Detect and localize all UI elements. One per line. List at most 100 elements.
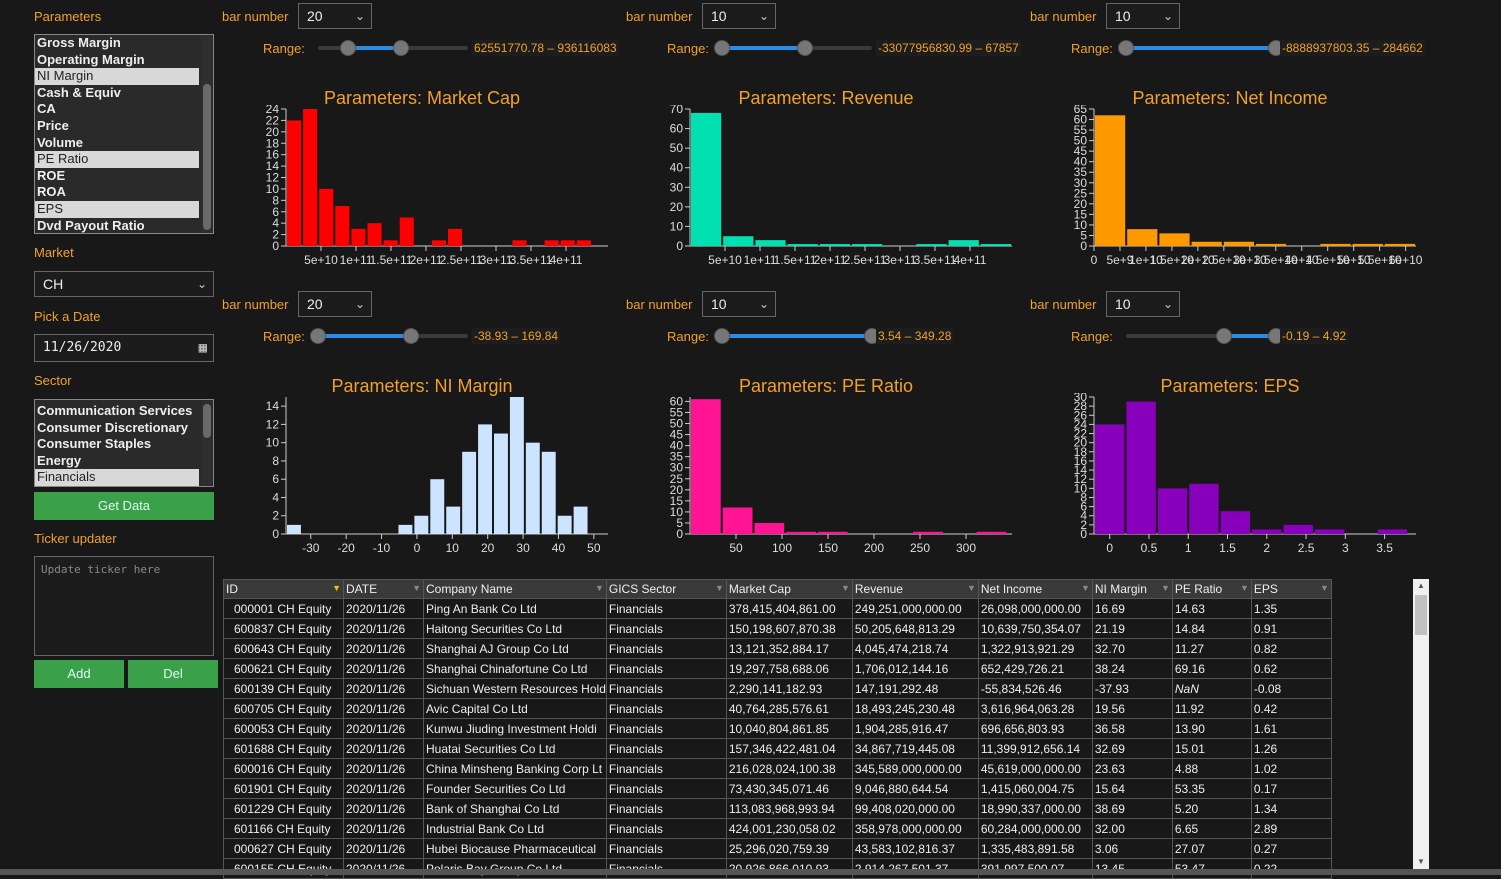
filter-icon[interactable]: ▼ [841,583,850,593]
filter-icon[interactable]: ▼ [412,583,421,593]
histogram-bar [1127,229,1158,246]
range-min-handle[interactable] [340,40,356,56]
column-header[interactable]: Market Cap ▼ [725,579,853,599]
column-header[interactable]: NI Margin ▼ [1091,579,1173,599]
table-row[interactable]: 000627 CH Equity 2020/11/26 Hubei Biocause… [223,838,1332,859]
table-row[interactable]: 600643 CH Equity 2020/11/26 Shanghai AJ Gr… [223,638,1332,659]
filter-icon[interactable]: ▼ [967,583,976,593]
parameters-listbox[interactable]: Gross Margin Operating Margin NI Margin Cas… [34,34,214,234]
table-cell: 11.27 [1171,638,1252,659]
table-row[interactable]: 600837 CH Equity 2020/11/26 Haitong Securi… [223,618,1332,639]
range-min-handle[interactable] [1215,328,1232,344]
table-cell: 40,764,285,576.61 [725,698,853,719]
column-header[interactable]: Company Name ▼ [423,579,607,599]
filter-icon[interactable]: ▼ [715,583,724,593]
parameter-option[interactable]: Dvd Payout Ratio [35,218,199,233]
sector-option[interactable]: Energy [35,453,199,470]
range-max-handle[interactable] [796,40,813,56]
scroll-up-icon[interactable]: ▲ [1413,579,1429,593]
bar-number-select[interactable]: 20 ⌄ [298,3,372,29]
column-header[interactable]: DATE ▼ [343,579,424,599]
table-row[interactable]: 601229 CH Equity 2020/11/26 Bank of Shangh… [223,798,1332,819]
parameter-option[interactable]: Cash & Equiv [35,85,199,102]
parameter-option[interactable]: EPS [35,200,199,218]
histogram-bar [448,228,463,246]
parameter-option[interactable]: Gross Margin [35,35,199,52]
range-min-handle[interactable] [1118,40,1134,56]
parameter-option[interactable]: NI Margin [35,68,199,85]
column-header[interactable]: PE Ratio ▼ [1171,579,1252,599]
filter-icon[interactable]: ▼ [1240,583,1249,593]
x-tick-label: 0.5 [1141,541,1158,555]
parameter-option[interactable]: Volume [35,135,199,152]
range-min-handle[interactable] [714,40,730,56]
histogram-bar [351,228,366,246]
range-max-handle[interactable] [403,328,419,344]
parameter-option[interactable]: ROA [35,184,199,201]
column-header[interactable]: GICS Sector ▼ [605,579,727,599]
sector-scrollbar[interactable] [201,401,212,485]
date-input[interactable]: 11/26/2020 ▦ [34,334,214,362]
scroll-down-icon[interactable]: ▼ [1413,855,1429,869]
sector-listbox[interactable]: Communication Services Consumer Discretio… [34,399,214,487]
table-cell: 2,290,141,182.93 [725,678,853,699]
table-cell: 601901 CH Equity [223,778,344,799]
ticker-input[interactable]: Update ticker here [34,556,214,656]
sector-option[interactable]: Consumer Discretionary [35,420,199,437]
column-header[interactable]: Revenue ▼ [851,579,979,599]
histogram-bar [1223,241,1254,246]
parameters-scrollbar[interactable] [201,36,212,232]
sector-option[interactable]: Communication Services [35,403,199,420]
histogram-bar [560,240,575,246]
table-row[interactable]: 601166 CH Equity 2020/11/26 Industrial Ban… [223,818,1332,839]
column-header-label: Company Name [426,582,513,596]
x-tick-label: 6e+10 [1389,253,1423,267]
table-row[interactable]: 600621 CH Equity 2020/11/26 Shanghai China… [223,658,1332,679]
range-min-handle[interactable] [310,328,326,344]
range-min-handle[interactable] [714,328,730,344]
table-scroll-thumb[interactable] [1415,595,1427,635]
table-row[interactable]: 000001 CH Equity 2020/11/26 Ping An Bank C… [223,598,1332,619]
parameter-option[interactable]: CA [35,101,199,118]
parameter-option[interactable]: PE Ratio [35,151,199,168]
bar-number-select[interactable]: 20 ⌄ [298,291,372,317]
parameter-option[interactable]: Price [35,118,199,135]
column-header[interactable]: EPS ▼ [1250,579,1332,599]
table-scrollbar[interactable]: ▲ ▼ [1413,579,1429,869]
table-cell: 2020/11/26 [343,638,424,659]
filter-icon[interactable]: ▼ [595,583,604,593]
table-row[interactable]: 600053 CH Equity 2020/11/26 Kunwu Jiuding … [223,718,1332,739]
sector-option[interactable]: Consumer Staples [35,436,199,453]
histogram-bar [319,188,334,246]
calendar-icon[interactable]: ▦ [199,335,207,361]
market-select[interactable]: CH ⌄ [34,271,214,297]
get-data-button[interactable]: Get Data [34,492,214,520]
filter-icon[interactable]: ▼ [1081,583,1090,593]
bar-number-select[interactable]: 10 ⌄ [1106,3,1180,29]
table-row[interactable]: 601688 CH Equity 2020/11/26 Huatai Securit… [223,738,1332,759]
table-row[interactable]: 600705 CH Equity 2020/11/26 Avic Capital C… [223,698,1332,719]
filter-icon[interactable]: ▼ [1320,583,1329,593]
filter-icon[interactable]: ▼ [1161,583,1170,593]
bar-number-select[interactable]: 10 ⌄ [702,3,776,29]
parameter-option[interactable]: Operating Margin [35,52,199,69]
parameter-option[interactable]: ROE [35,168,199,185]
sector-option[interactable]: Financials [35,469,199,486]
bar-number-select[interactable]: 10 ⌄ [1106,291,1180,317]
bar-number-select[interactable]: 10 ⌄ [702,291,776,317]
filter-icon[interactable]: ▼ [332,583,341,593]
table-cell: 19.56 [1091,698,1173,719]
x-tick-label: 1 [1185,541,1192,555]
column-header[interactable]: ID ▼ [223,579,344,599]
add-button[interactable]: Add [34,660,124,688]
horizontal-scrollbar[interactable] [0,869,1501,875]
table-cell: 2020/11/26 [343,778,424,799]
column-header[interactable]: Net Income ▼ [977,579,1093,599]
table-row[interactable]: 600139 CH Equity 2020/11/26 Sichuan Wester… [223,678,1332,699]
del-button[interactable]: Del [128,660,218,688]
table-row[interactable]: 600016 CH Equity 2020/11/26 China Minsheng… [223,758,1332,779]
table-cell: 0.62 [1250,658,1332,679]
table-row[interactable]: 601901 CH Equity 2020/11/26 Founder Securi… [223,778,1332,799]
range-max-handle[interactable] [392,40,409,56]
x-tick-label: 1.5e+11 [774,253,817,267]
